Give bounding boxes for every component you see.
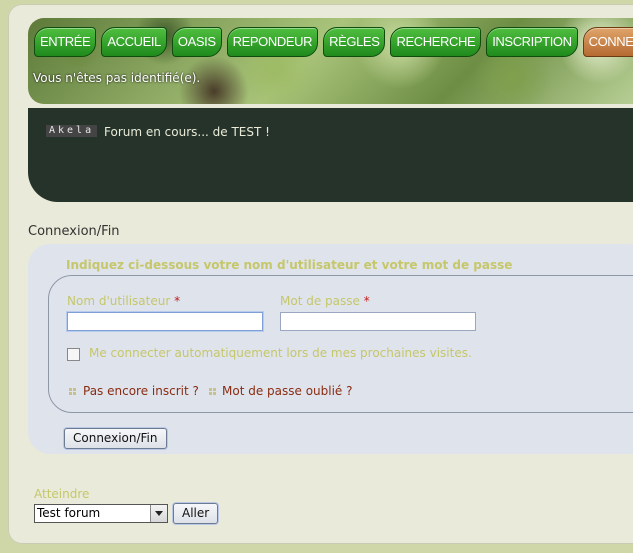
nav-oasis[interactable]: OASIS	[171, 27, 222, 57]
login-form: Nom d'utilisateur * Mot de passe * Me co…	[48, 275, 633, 413]
page-title: Connexion/Fin	[28, 224, 120, 239]
go-button[interactable]: Aller	[173, 503, 219, 524]
nav-accueil[interactable]: ACCUEIL	[101, 27, 167, 57]
forum-select-value: Test forum	[37, 506, 101, 520]
jump-label: Atteindre	[34, 487, 90, 501]
page-frame: ENTRÉE ACCUEIL OASIS REPONDEUR RÈGLES RE…	[8, 4, 633, 544]
nav-repondeur[interactable]: REPONDEUR	[226, 27, 319, 57]
nav-recherche[interactable]: RECHERCHE	[390, 27, 482, 57]
chevron-down-icon[interactable]	[150, 505, 167, 522]
forum-banner: Akela Forum en cours... de TEST !	[28, 108, 633, 202]
password-input[interactable]	[280, 312, 476, 331]
header: ENTRÉE ACCUEIL OASIS REPONDEUR RÈGLES RE…	[28, 18, 633, 104]
login-status: Vous n'êtes pas identifié(e).	[33, 71, 201, 85]
bullet-icon	[69, 388, 76, 395]
login-instructions: Indiquez ci-dessous votre nom d'utilisat…	[66, 258, 513, 272]
login-submit-button[interactable]: Connexion/Fin	[64, 428, 167, 449]
required-mark: *	[363, 294, 370, 308]
forum-select[interactable]: Test forum	[34, 504, 168, 523]
bullet-icon	[209, 388, 216, 395]
site-logo: Akela	[46, 125, 98, 137]
username-label: Nom d'utilisateur *	[67, 294, 181, 308]
required-mark: *	[174, 294, 181, 308]
autologin-label: Me connecter automatiquement lors de mes…	[89, 346, 472, 360]
nav-entree[interactable]: ENTRÉE	[34, 27, 97, 57]
forum-tagline: Forum en cours... de TEST !	[104, 125, 270, 139]
register-link[interactable]: Pas encore inscrit ?	[83, 384, 199, 398]
nav-connexion[interactable]: CONNEXION/FIN	[582, 27, 633, 57]
nav-inscription[interactable]: INSCRIPTION	[486, 27, 578, 57]
password-label: Mot de passe *	[280, 294, 370, 308]
username-input[interactable]	[67, 312, 263, 331]
main-nav: ENTRÉE ACCUEIL OASIS REPONDEUR RÈGLES RE…	[34, 27, 633, 57]
login-panel: Indiquez ci-dessous votre nom d'utilisat…	[28, 244, 633, 454]
autologin-checkbox[interactable]	[67, 348, 80, 361]
nav-regles[interactable]: RÈGLES	[323, 27, 386, 57]
forgot-password-link[interactable]: Mot de passe oublié ?	[222, 384, 353, 398]
